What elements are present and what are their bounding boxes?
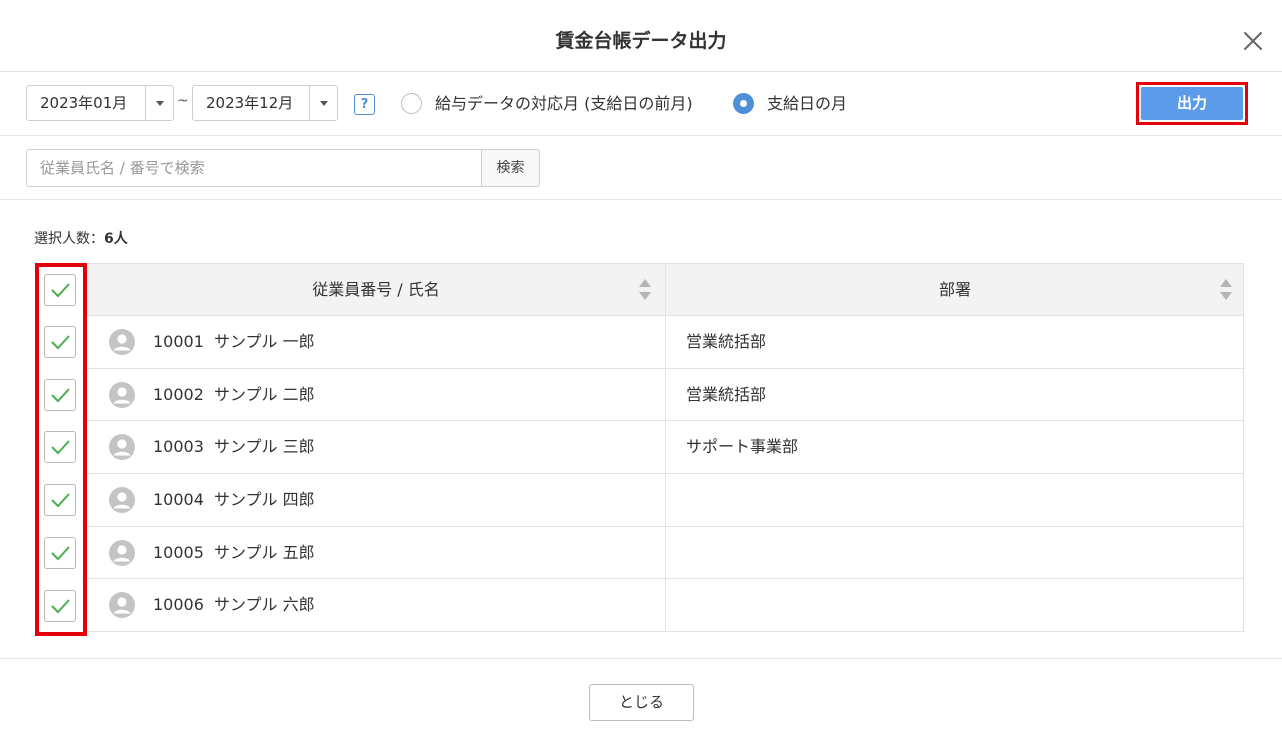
output-button[interactable]: 出力 xyxy=(1141,87,1243,120)
employee-table: 従業員番号 / 氏名 部署 10001 サンプル 一郎 営業統括部 10002 サンプル… xyxy=(86,263,1244,633)
selection-count-value: 6人 xyxy=(104,231,128,247)
employee-id: 10003 xyxy=(153,437,204,457)
table-row[interactable]: 10002 サンプル 二郎 営業統括部 xyxy=(86,368,1244,422)
table-row[interactable]: 10006 サンプル 六郎 xyxy=(86,579,1244,633)
to-month-value: 2023年12月 xyxy=(206,94,294,112)
sort-icon[interactable] xyxy=(638,279,652,301)
sort-icon[interactable] xyxy=(1219,279,1233,301)
chevron-down-icon[interactable] xyxy=(145,86,173,120)
radio-corresponding-month[interactable] xyxy=(401,93,422,114)
employee-name: サンプル 三郎 xyxy=(214,437,315,457)
table-row[interactable]: 10001 サンプル 一郎 営業統括部 xyxy=(86,316,1244,369)
employee-department: 営業統括部 xyxy=(686,384,767,404)
radio-corresponding-month-label[interactable]: 給与データの対応月 (支給日の前月) xyxy=(435,93,693,115)
close-button[interactable]: とじる xyxy=(589,684,694,721)
employee-id: 10001 xyxy=(153,332,204,351)
employee-id: 10004 xyxy=(153,490,204,510)
chevron-down-icon[interactable] xyxy=(309,86,337,120)
avatar-icon xyxy=(109,592,135,619)
dialog-title: 賃金台帳データ出力 xyxy=(555,30,727,52)
to-month-select[interactable]: 2023年12月 xyxy=(192,85,338,121)
employee-name: サンプル 五郎 xyxy=(214,542,315,562)
close-icon[interactable] xyxy=(1240,28,1266,54)
table-header: 従業員番号 / 氏名 部署 xyxy=(86,263,1244,316)
employee-id: 10002 xyxy=(153,384,204,404)
employee-department: 営業統括部 xyxy=(686,332,767,351)
employee-department: サポート事業部 xyxy=(686,437,799,457)
dialog-header: 賃金台帳データ出力 xyxy=(0,0,1282,72)
from-month-value: 2023年01月 xyxy=(40,94,128,112)
search-bar: 検索 xyxy=(0,136,1282,200)
radio-payment-month[interactable] xyxy=(733,93,754,114)
search-button[interactable]: 検索 xyxy=(481,149,540,187)
employee-name: サンプル 六郎 xyxy=(214,595,315,615)
employee-name: サンプル 二郎 xyxy=(214,384,315,404)
employee-id: 10006 xyxy=(153,595,204,615)
table-row[interactable]: 10005 サンプル 五郎 xyxy=(86,526,1244,580)
avatar-icon xyxy=(109,539,135,566)
search-input[interactable] xyxy=(26,149,482,187)
selection-count: 選択人数：6人 xyxy=(34,228,128,248)
employee-name: サンプル 一郎 xyxy=(214,332,315,351)
output-options-bar: 2023年01月 ~ 2023年12月 ? 給与データの対応月 (支給日の前月)… xyxy=(0,72,1282,136)
table-row[interactable]: 10004 サンプル 四郎 xyxy=(86,474,1244,527)
avatar-icon xyxy=(109,434,135,461)
employee-id: 10005 xyxy=(153,542,204,562)
column-header-department[interactable]: 部署 xyxy=(666,264,1244,315)
checkbox-column-highlight xyxy=(35,263,87,636)
radio-payment-month-label[interactable]: 支給日の月 xyxy=(767,93,847,115)
avatar-icon xyxy=(109,381,135,408)
range-separator: ~ xyxy=(177,93,189,109)
selection-count-label: 選択人数： xyxy=(34,231,104,247)
column-header-employee[interactable]: 従業員番号 / 氏名 xyxy=(87,264,665,315)
from-month-select[interactable]: 2023年01月 xyxy=(26,85,174,121)
employee-name: サンプル 四郎 xyxy=(214,490,315,510)
avatar-icon xyxy=(109,487,135,514)
help-icon[interactable]: ? xyxy=(354,94,375,115)
table-row[interactable]: 10003 サンプル 三郎 サポート事業部 xyxy=(86,421,1244,475)
avatar-icon xyxy=(109,329,135,355)
